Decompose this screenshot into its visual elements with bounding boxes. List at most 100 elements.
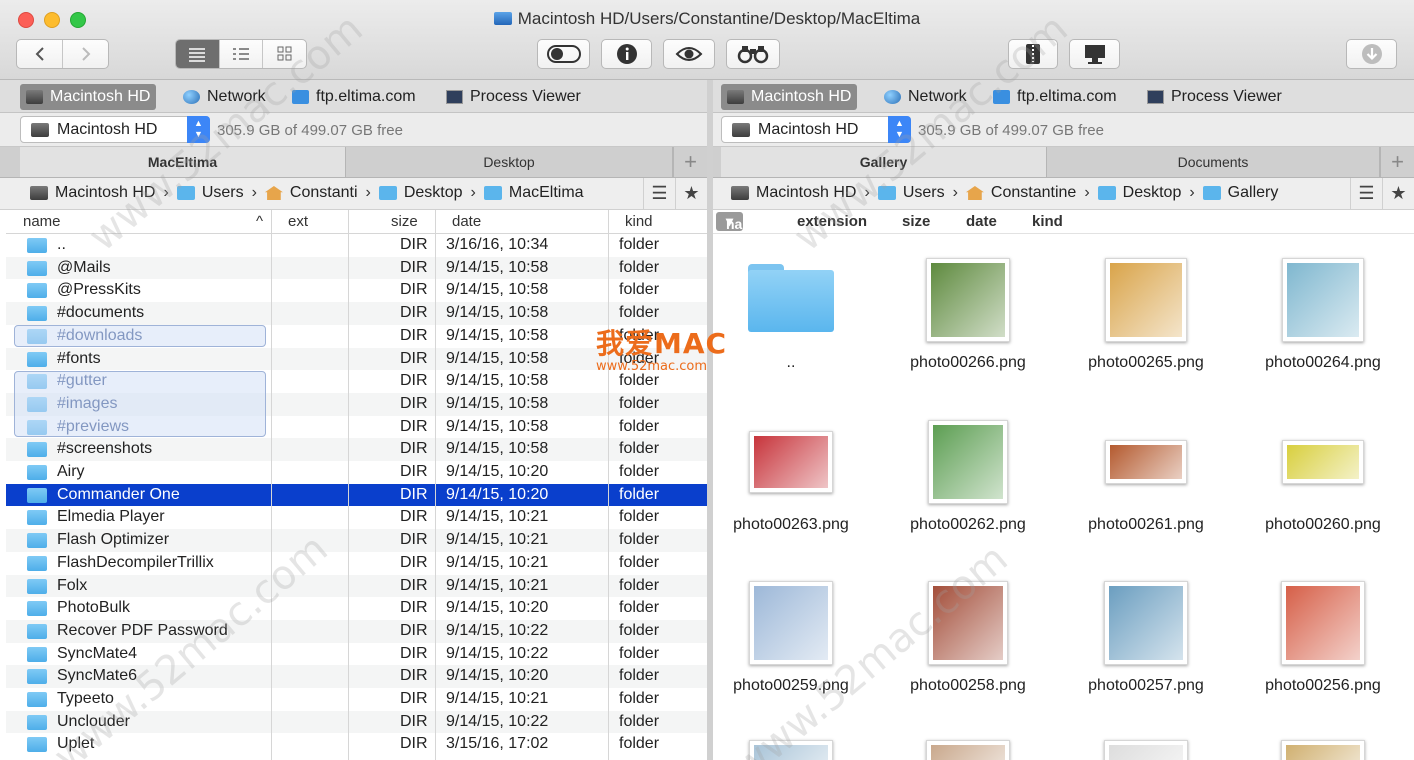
gallery-item[interactable]: photo00257.png	[1061, 573, 1231, 713]
tab-bar-left: MacEltima Desktop +	[0, 147, 707, 178]
gallery-item[interactable]: photo00266.png	[883, 250, 1053, 390]
gallery-item[interactable]: photo00260.png	[1238, 412, 1408, 552]
crumb-desktop[interactable]: Desktop	[378, 184, 463, 202]
detail-view-button[interactable]	[220, 40, 264, 68]
parent-folder-item[interactable]: ..	[706, 250, 876, 390]
file-name: ..	[57, 236, 66, 253]
icon-view-button[interactable]	[263, 40, 306, 68]
file-size: DIR	[400, 485, 428, 503]
table-row[interactable]: Typeeto DIR 9/14/15, 10:21 folder	[6, 688, 707, 711]
col-name[interactable]: name	[23, 213, 61, 230]
window-title: Macintosh HD/Users/Constantine/Desktop/M…	[0, 9, 1414, 29]
crumb-desktop[interactable]: Desktop	[1097, 184, 1181, 202]
crumb-constantine[interactable]: Constantine	[965, 184, 1076, 202]
table-row[interactable]: @Mails DIR 9/14/15, 10:58 folder	[6, 256, 707, 280]
tab-maceltima[interactable]: MacEltima	[20, 147, 346, 177]
forward-button[interactable]	[63, 40, 108, 68]
tab-documents[interactable]: Documents	[1047, 147, 1380, 177]
history-list-button[interactable]: ☰	[1350, 178, 1382, 209]
tab-desktop[interactable]: Desktop	[346, 147, 673, 177]
drive-select-left[interactable]: Macintosh HD ▲ ▼	[20, 116, 210, 143]
file-kind: folder	[619, 690, 660, 707]
gallery-item[interactable]: photo00256.png	[1238, 573, 1408, 713]
column-header-right: name ▾ extension size date kind	[713, 210, 1414, 234]
table-row[interactable]: PhotoBulk DIR 9/14/15, 10:20 folder	[6, 597, 707, 620]
favorites-star-button[interactable]: ★	[1382, 178, 1414, 209]
quick-look-button[interactable]	[663, 39, 715, 69]
archive-button[interactable]	[1008, 39, 1058, 69]
gallery-item[interactable]: photo00262.png	[883, 412, 1053, 552]
gallery-item[interactable]: photo00261.png	[1061, 412, 1231, 552]
table-row[interactable]: Commander One DIR 9/14/15, 10:20 folder	[6, 483, 707, 507]
search-button[interactable]	[726, 39, 780, 69]
download-button[interactable]	[1346, 39, 1397, 69]
col-date[interactable]: date	[966, 213, 997, 230]
image-thumbnail[interactable]	[1104, 740, 1188, 760]
free-space-left: 305.9 GB of 499.07 GB free	[217, 122, 403, 139]
table-row[interactable]: Elmedia Player DIR 9/14/15, 10:21 folder	[6, 506, 707, 529]
drive-select-right[interactable]: Macintosh HD ▲ ▼	[721, 116, 911, 143]
image-thumbnail[interactable]	[926, 740, 1010, 760]
image-thumbnail[interactable]	[1281, 740, 1365, 760]
crumb-maceltima[interactable]: MacEltima	[483, 184, 584, 202]
table-row[interactable]: Unclouder DIR 9/14/15, 10:22 folder	[6, 710, 707, 734]
crumb-macintosh-hd[interactable]: Macintosh HD	[731, 184, 856, 202]
add-tab-button[interactable]: +	[673, 147, 707, 177]
crumb-users[interactable]: Users	[877, 184, 945, 202]
col-name-sort[interactable]: name ▾	[716, 212, 763, 232]
col-size[interactable]: size	[902, 213, 930, 230]
table-row[interactable]: #screenshots DIR 9/14/15, 10:58 folder	[6, 438, 707, 461]
add-tab-button[interactable]: +	[1380, 147, 1414, 177]
fav-network[interactable]: Network	[177, 84, 272, 110]
gallery-item[interactable]: photo00264.png	[1238, 250, 1408, 390]
fav-ftp[interactable]: ftp.eltima.com	[286, 84, 422, 110]
table-row[interactable]: SyncMate4 DIR 9/14/15, 10:22 folder	[6, 643, 707, 666]
table-row[interactable]: @PressKits DIR 9/14/15, 10:58 folder	[6, 279, 707, 302]
col-size[interactable]: size	[391, 213, 418, 230]
table-row[interactable]: Airy DIR 9/14/15, 10:20 folder	[6, 461, 707, 484]
image-thumbnail[interactable]	[749, 740, 833, 760]
table-row[interactable]: Recover PDF Password DIR 9/14/15, 10:22 fol…	[6, 619, 707, 643]
crumb-gallery[interactable]: Gallery	[1202, 184, 1278, 202]
gallery-item[interactable]: photo00265.png	[1061, 250, 1231, 390]
file-kind: folder	[619, 553, 660, 571]
crumb-users[interactable]: Users	[176, 184, 244, 202]
table-row[interactable]: #fonts DIR 9/14/15, 10:58 folder	[6, 347, 707, 371]
table-row[interactable]: Uplet DIR 3/15/16, 17:02 folder	[6, 733, 707, 756]
ftp-icon	[292, 90, 309, 104]
gallery-item[interactable]: photo00258.png	[883, 573, 1053, 713]
fav-macintosh-hd[interactable]: Macintosh HD	[20, 84, 157, 110]
col-ext[interactable]: ext	[288, 213, 308, 230]
fav-network[interactable]: Network	[878, 84, 973, 110]
file-size: DIR	[400, 372, 428, 390]
list-view-button[interactable]	[176, 40, 220, 68]
info-button[interactable]	[601, 39, 652, 69]
tab-gallery[interactable]: Gallery	[721, 147, 1047, 177]
gallery-item[interactable]: photo00263.png	[706, 412, 876, 552]
history-list-button[interactable]: ☰	[643, 178, 675, 209]
file-size: DIR	[400, 349, 428, 367]
table-row[interactable]: Folx DIR 9/14/15, 10:21 folder	[6, 574, 707, 598]
crumb-constantine[interactable]: Constanti	[264, 184, 358, 202]
table-row[interactable]: .. DIR 3/16/16, 10:34 folder	[6, 234, 707, 257]
back-button[interactable]	[17, 40, 63, 68]
col-extension[interactable]: extension	[797, 213, 867, 230]
terminal-button[interactable]	[1069, 39, 1120, 69]
favorites-star-button[interactable]: ★	[675, 178, 707, 209]
file-size: DIR	[400, 644, 428, 662]
table-row[interactable]: SyncMate6 DIR 9/14/15, 10:20 folder	[6, 665, 707, 688]
file-date: 9/14/15, 10:58	[446, 372, 549, 390]
table-row[interactable]: Flash Optimizer DIR 9/14/15, 10:21 folder	[6, 529, 707, 552]
table-row[interactable]: #documents DIR 9/14/15, 10:58 folder	[6, 302, 707, 325]
col-kind[interactable]: kind	[625, 213, 653, 230]
fav-process-viewer[interactable]: Process Viewer	[440, 84, 587, 110]
col-date[interactable]: date	[452, 213, 481, 230]
gallery-item[interactable]: photo00259.png	[706, 573, 876, 713]
table-row[interactable]: FlashDecompilerTrillix DIR 9/14/15, 10:21 f…	[6, 552, 707, 575]
hidden-files-toggle[interactable]	[537, 39, 590, 69]
fav-macintosh-hd[interactable]: Macintosh HD	[721, 84, 858, 110]
fav-ftp[interactable]: ftp.eltima.com	[987, 84, 1123, 110]
crumb-macintosh-hd[interactable]: Macintosh HD	[30, 184, 155, 202]
col-kind[interactable]: kind	[1032, 213, 1063, 230]
fav-process-viewer[interactable]: Process Viewer	[1141, 84, 1288, 110]
